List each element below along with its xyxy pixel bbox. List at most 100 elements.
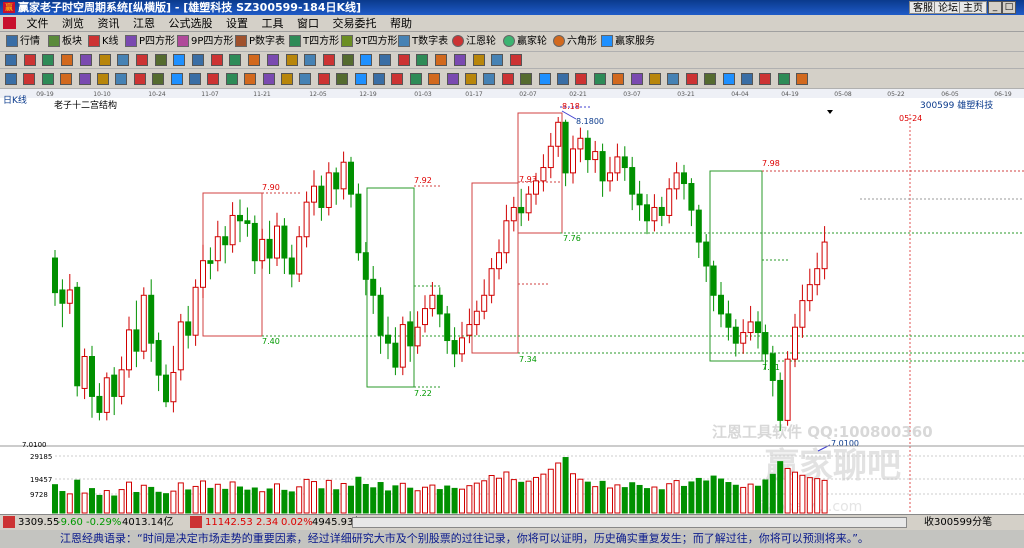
tool-icon[interactable] bbox=[354, 73, 367, 85]
menu-formula[interactable]: 公式选股 bbox=[164, 15, 218, 32]
tool-icon[interactable] bbox=[60, 73, 73, 85]
tool-icon[interactable] bbox=[428, 73, 441, 85]
menu-settings[interactable]: 设置 bbox=[221, 15, 253, 32]
menu-trade[interactable]: 交易委托 bbox=[328, 15, 382, 32]
tool-icon[interactable] bbox=[491, 54, 504, 66]
tool-icon[interactable] bbox=[97, 73, 109, 85]
tool-icon[interactable] bbox=[317, 73, 330, 85]
menu-file[interactable]: 文件 bbox=[22, 15, 54, 32]
toolbar-p-square[interactable]: P四方形 bbox=[125, 34, 175, 50]
toolbar-quotes[interactable]: 行情 bbox=[6, 34, 40, 50]
forum-link[interactable]: 论坛 bbox=[934, 1, 962, 14]
tool-icon[interactable] bbox=[285, 54, 298, 66]
menu-window[interactable]: 窗口 bbox=[292, 15, 324, 32]
tool-icon[interactable] bbox=[685, 73, 698, 85]
tool-icon[interactable] bbox=[225, 73, 238, 85]
tool-icon[interactable] bbox=[630, 73, 643, 85]
tool-icon[interactable] bbox=[41, 73, 54, 85]
tool-icon[interactable] bbox=[397, 54, 410, 66]
tool-icon[interactable] bbox=[229, 54, 242, 66]
tool-icon[interactable] bbox=[135, 54, 148, 66]
tool-icon[interactable] bbox=[446, 73, 459, 85]
tool-icon[interactable] bbox=[667, 73, 680, 85]
tool-icon[interactable] bbox=[483, 73, 496, 85]
toolbar-winner-wheel[interactable]: 赢家轮 bbox=[503, 34, 547, 50]
tool-icon[interactable] bbox=[299, 73, 312, 85]
tool-icon[interactable] bbox=[465, 73, 477, 85]
tool-icon[interactable] bbox=[152, 73, 165, 85]
tool-icon[interactable] bbox=[453, 54, 466, 66]
tool-icon[interactable] bbox=[612, 73, 625, 85]
tool-icon[interactable] bbox=[154, 54, 167, 66]
toolbar-t-square[interactable]: T四方形 bbox=[289, 34, 339, 50]
menu-tools[interactable]: 工具 bbox=[257, 15, 289, 32]
menu-browse[interactable]: 浏览 bbox=[57, 15, 89, 32]
tool-icon[interactable] bbox=[796, 73, 809, 85]
tool-icon[interactable] bbox=[341, 54, 354, 66]
tool-icon[interactable] bbox=[777, 73, 790, 85]
toolbar-9t-square[interactable]: 9T四方形 bbox=[341, 34, 397, 50]
tool-icon[interactable] bbox=[207, 73, 220, 85]
kline-chart-area[interactable]: 09-19 10-10 10-24 11-07 11-21 12-05 12-19 01-03… bbox=[0, 89, 1024, 515]
tool-icon[interactable] bbox=[373, 73, 385, 85]
tool-icon[interactable] bbox=[322, 54, 335, 66]
minimize-button[interactable]: _ bbox=[988, 1, 1002, 14]
tool-icon[interactable] bbox=[416, 54, 429, 66]
horizontal-scrollbar[interactable] bbox=[352, 517, 907, 528]
tool-icon[interactable] bbox=[649, 73, 661, 85]
toolbar-gann-wheel[interactable]: 江恩轮 bbox=[452, 34, 496, 50]
toolbar-hexagon[interactable]: 六角形 bbox=[553, 34, 597, 50]
toolbar-t-table[interactable]: T数字表 bbox=[398, 34, 448, 50]
tool-icon[interactable] bbox=[360, 54, 373, 66]
tool-icon[interactable] bbox=[593, 73, 606, 85]
tool-icon[interactable] bbox=[304, 54, 317, 66]
tool-icon[interactable] bbox=[42, 54, 55, 66]
tool-icon[interactable] bbox=[244, 73, 257, 85]
tool-icon[interactable] bbox=[79, 54, 92, 66]
tool-icon[interactable] bbox=[520, 73, 533, 85]
tool-icon[interactable] bbox=[5, 73, 17, 85]
tool-icon[interactable] bbox=[266, 54, 279, 66]
toolbar-sectors[interactable]: 板块 bbox=[48, 34, 82, 50]
service-link[interactable]: 客服 bbox=[909, 1, 937, 14]
tool-icon[interactable] bbox=[192, 54, 204, 66]
tool-icon[interactable] bbox=[210, 54, 223, 66]
tool-icon[interactable] bbox=[435, 54, 448, 66]
tool-icon[interactable] bbox=[133, 73, 146, 85]
tool-icon[interactable] bbox=[61, 54, 74, 66]
tool-icon[interactable] bbox=[704, 73, 717, 85]
tool-icon[interactable] bbox=[336, 73, 349, 85]
tool-icon[interactable] bbox=[5, 54, 17, 66]
menu-news[interactable]: 资讯 bbox=[93, 15, 125, 32]
kline-chart[interactable]: 09-19 10-10 10-24 11-07 11-21 12-05 12-19 01-03… bbox=[0, 89, 1024, 515]
tool-icon[interactable] bbox=[115, 73, 128, 85]
tool-icon[interactable] bbox=[379, 54, 391, 66]
toolbar-9p-square[interactable]: 9P四方形 bbox=[177, 34, 233, 50]
tool-icon[interactable] bbox=[575, 73, 588, 85]
menu-gann[interactable]: 江恩 bbox=[128, 15, 160, 32]
maximize-button[interactable]: □ bbox=[1002, 1, 1016, 14]
tool-icon[interactable] bbox=[509, 54, 522, 66]
toolbar-kline[interactable]: K线 bbox=[88, 34, 119, 50]
tool-icon[interactable] bbox=[281, 73, 293, 85]
toolbar-winner-service[interactable]: 赢家服务 bbox=[601, 34, 655, 50]
tick-detail-label[interactable]: 收300599分笔 bbox=[924, 515, 992, 530]
tool-icon[interactable] bbox=[391, 73, 404, 85]
tool-icon[interactable] bbox=[189, 73, 201, 85]
menu-help[interactable]: 帮助 bbox=[385, 15, 417, 32]
tool-icon[interactable] bbox=[117, 54, 130, 66]
tool-icon[interactable] bbox=[722, 73, 735, 85]
tool-icon[interactable] bbox=[538, 73, 551, 85]
tool-icon[interactable] bbox=[472, 54, 485, 66]
tool-icon[interactable] bbox=[557, 73, 569, 85]
tool-icon[interactable] bbox=[741, 73, 753, 85]
tool-icon[interactable] bbox=[173, 54, 186, 66]
tool-icon[interactable] bbox=[23, 54, 36, 66]
tool-icon[interactable] bbox=[78, 73, 91, 85]
tool-icon[interactable] bbox=[98, 54, 111, 66]
home-link[interactable]: 主页 bbox=[959, 1, 987, 14]
tool-icon[interactable] bbox=[759, 73, 772, 85]
tool-icon[interactable] bbox=[170, 73, 183, 85]
tool-icon[interactable] bbox=[262, 73, 275, 85]
tool-icon[interactable] bbox=[501, 73, 514, 85]
